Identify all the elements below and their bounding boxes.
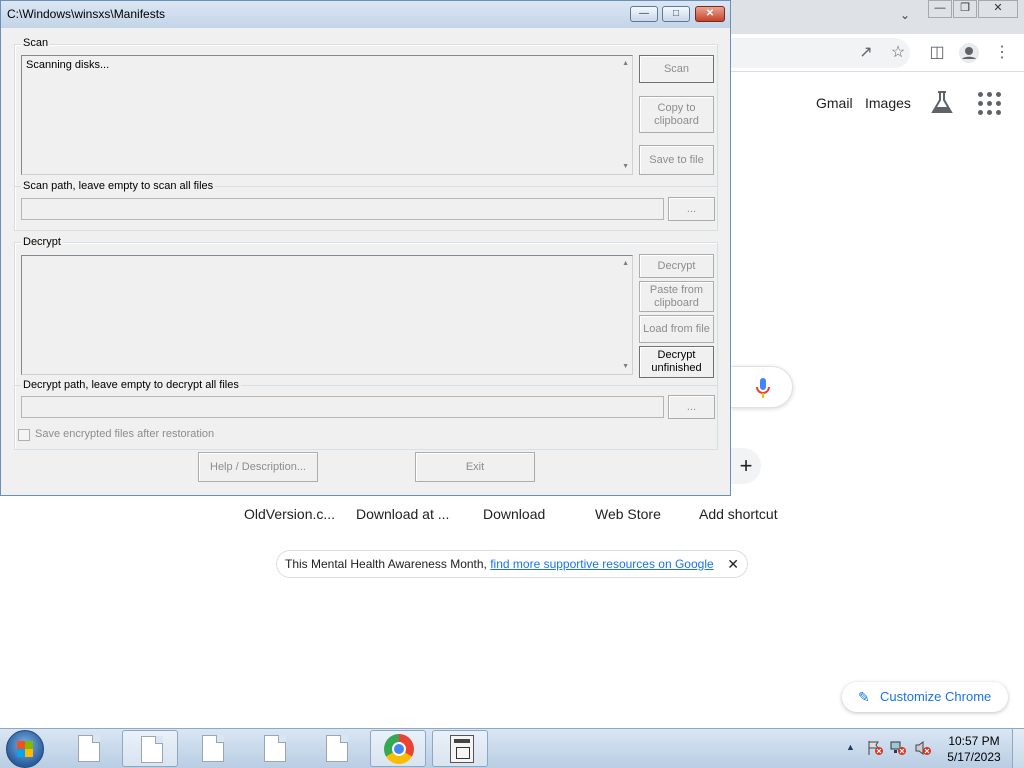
decrypt-unfinished-button[interactable]: Decrypt unfinished	[639, 346, 714, 378]
promo-banner: This Mental Health Awareness Month, find…	[276, 550, 748, 578]
save-encrypted-label: Save encrypted files after restoration	[35, 428, 215, 440]
scroll-down-icon[interactable]: ▼	[622, 163, 629, 170]
decrypt-button[interactable]: Decrypt	[639, 254, 714, 278]
shortcut-add-shortcut[interactable]: Add shortcut	[699, 506, 778, 522]
profile-avatar-icon[interactable]	[958, 42, 980, 64]
decrypt-browse-label: ...	[686, 400, 697, 413]
paste-button-label: Paste from clipboard	[649, 283, 704, 309]
dialog-titlebar[interactable]: C:\Windows\winsxs\Manifests — □ ✕	[1, 1, 730, 28]
scan-button-label: Scan	[663, 62, 690, 75]
taskbar-item-chrome[interactable]	[370, 730, 426, 767]
decrypt-group-label: Decrypt	[21, 236, 63, 248]
scroll-up-icon[interactable]: ▲	[622, 60, 629, 67]
action-center-flag-icon[interactable]	[866, 740, 884, 759]
address-bar[interactable]	[700, 38, 910, 68]
volume-muted-icon[interactable]	[914, 740, 932, 759]
load-from-file-button[interactable]: Load from file	[639, 315, 714, 343]
scan-log-text: Scanning disks...	[26, 59, 110, 71]
show-desktop-button[interactable]	[1012, 729, 1024, 768]
dialog-maximize-button[interactable]: □	[662, 6, 690, 22]
document-icon	[202, 735, 224, 762]
bookmark-star-icon[interactable]: ☆	[887, 42, 909, 64]
dialog-minimize-button[interactable]: —	[630, 6, 658, 22]
decrypt-browse-button[interactable]: ...	[668, 395, 715, 419]
save-encrypted-checkbox[interactable]	[18, 429, 30, 441]
tab-search-chevron-icon[interactable]: ⌄	[896, 8, 914, 26]
decrypt-button-label: Decrypt	[657, 259, 696, 272]
decrypt-log[interactable]: ▲ ▼	[21, 255, 633, 375]
decrypt-unfinished-label: Decrypt unfinished	[651, 349, 702, 374]
taskbar-item-document-3[interactable]	[184, 730, 240, 767]
promo-close-icon[interactable]: ✕	[727, 551, 739, 577]
copy-button-label: Copy to clipboard	[654, 101, 699, 127]
scan-log[interactable]: Scanning disks... ▲ ▼	[21, 55, 633, 175]
decrypt-path-input[interactable]	[21, 396, 664, 418]
scan-button[interactable]: Scan	[639, 55, 714, 83]
decryptor-app-icon	[450, 735, 474, 763]
paste-from-clipboard-button[interactable]: Paste from clipboard	[639, 281, 714, 312]
chrome-close-button[interactable]: ✕	[978, 0, 1018, 18]
customize-chrome-label: Customize Chrome	[880, 689, 992, 704]
exit-button[interactable]: Exit	[415, 452, 535, 482]
scan-group-label: Scan	[21, 37, 51, 49]
taskbar-item-document-1[interactable]	[60, 730, 116, 767]
chrome-icon	[384, 734, 414, 764]
decrypt-path-label: Decrypt path, leave empty to decrypt all…	[21, 379, 241, 391]
load-button-label: Load from file	[643, 322, 710, 335]
scan-path-input[interactable]	[21, 198, 664, 220]
customize-chrome-button[interactable]: ✎ Customize Chrome	[842, 682, 1008, 712]
voice-search-mic-icon[interactable]	[754, 377, 772, 399]
scan-browse-label: ...	[686, 202, 697, 215]
side-panel-icon[interactable]: ◫	[926, 42, 948, 64]
labs-flask-icon[interactable]	[930, 90, 954, 116]
manifests-dialog: C:\Windows\winsxs\Manifests — □ ✕ Scan S…	[0, 0, 731, 496]
pencil-icon: ✎	[858, 689, 870, 705]
promo-text: This Mental Health Awareness Month,	[285, 557, 491, 571]
shortcut-oldversion[interactable]: OldVersion.c...	[244, 506, 335, 522]
save-to-file-button[interactable]: Save to file	[639, 145, 714, 175]
shortcut-download[interactable]: Download	[483, 506, 545, 522]
shortcut-download-at[interactable]: Download at ...	[356, 506, 449, 522]
clock-date: 5/17/2023	[947, 750, 1001, 764]
chrome-restore-button[interactable]: ❐	[953, 0, 977, 18]
chrome-menu-icon[interactable]: ⋮	[991, 42, 1013, 64]
exit-button-label: Exit	[465, 460, 485, 473]
taskbar-item-document-5[interactable]	[308, 730, 364, 767]
help-button-label: Help / Description...	[210, 460, 306, 473]
scroll-up-icon[interactable]: ▲	[622, 260, 629, 267]
add-shortcut-plus-icon[interactable]: +	[731, 448, 761, 484]
network-icon[interactable]	[889, 740, 907, 759]
scan-path-label: Scan path, leave empty to scan all files	[21, 180, 216, 192]
dialog-title: C:\Windows\winsxs\Manifests	[7, 7, 166, 21]
chrome-minimize-button[interactable]: —	[928, 0, 952, 18]
taskbar-item-decryptor-app[interactable]	[432, 730, 488, 767]
document-icon	[141, 736, 163, 763]
document-icon	[326, 735, 348, 762]
promo-link[interactable]: find more supportive resources on Google	[490, 557, 713, 571]
gmail-link[interactable]: Gmail	[816, 95, 853, 111]
windows-logo-icon	[17, 741, 33, 757]
document-icon	[78, 735, 100, 762]
images-link[interactable]: Images	[865, 95, 911, 111]
help-description-button[interactable]: Help / Description...	[198, 452, 318, 482]
show-hidden-icons-icon[interactable]: ▲	[846, 742, 855, 752]
document-icon	[264, 735, 286, 762]
dialog-close-button[interactable]: ✕	[695, 6, 725, 22]
save-button-label: Save to file	[649, 153, 704, 166]
scan-browse-button[interactable]: ...	[668, 197, 715, 221]
clock-time: 10:57 PM	[948, 734, 1000, 748]
taskbar-item-document-4[interactable]	[246, 730, 302, 767]
google-apps-icon[interactable]	[978, 92, 1002, 116]
system-clock[interactable]: 10:57 PM 5/17/2023	[944, 733, 1004, 765]
scroll-down-icon[interactable]: ▼	[622, 363, 629, 370]
share-icon[interactable]: ↗	[855, 42, 877, 64]
taskbar-item-document-2[interactable]	[122, 730, 178, 767]
shortcut-web-store[interactable]: Web Store	[595, 506, 661, 522]
start-button[interactable]	[6, 730, 44, 768]
copy-to-clipboard-button[interactable]: Copy to clipboard	[639, 96, 714, 133]
